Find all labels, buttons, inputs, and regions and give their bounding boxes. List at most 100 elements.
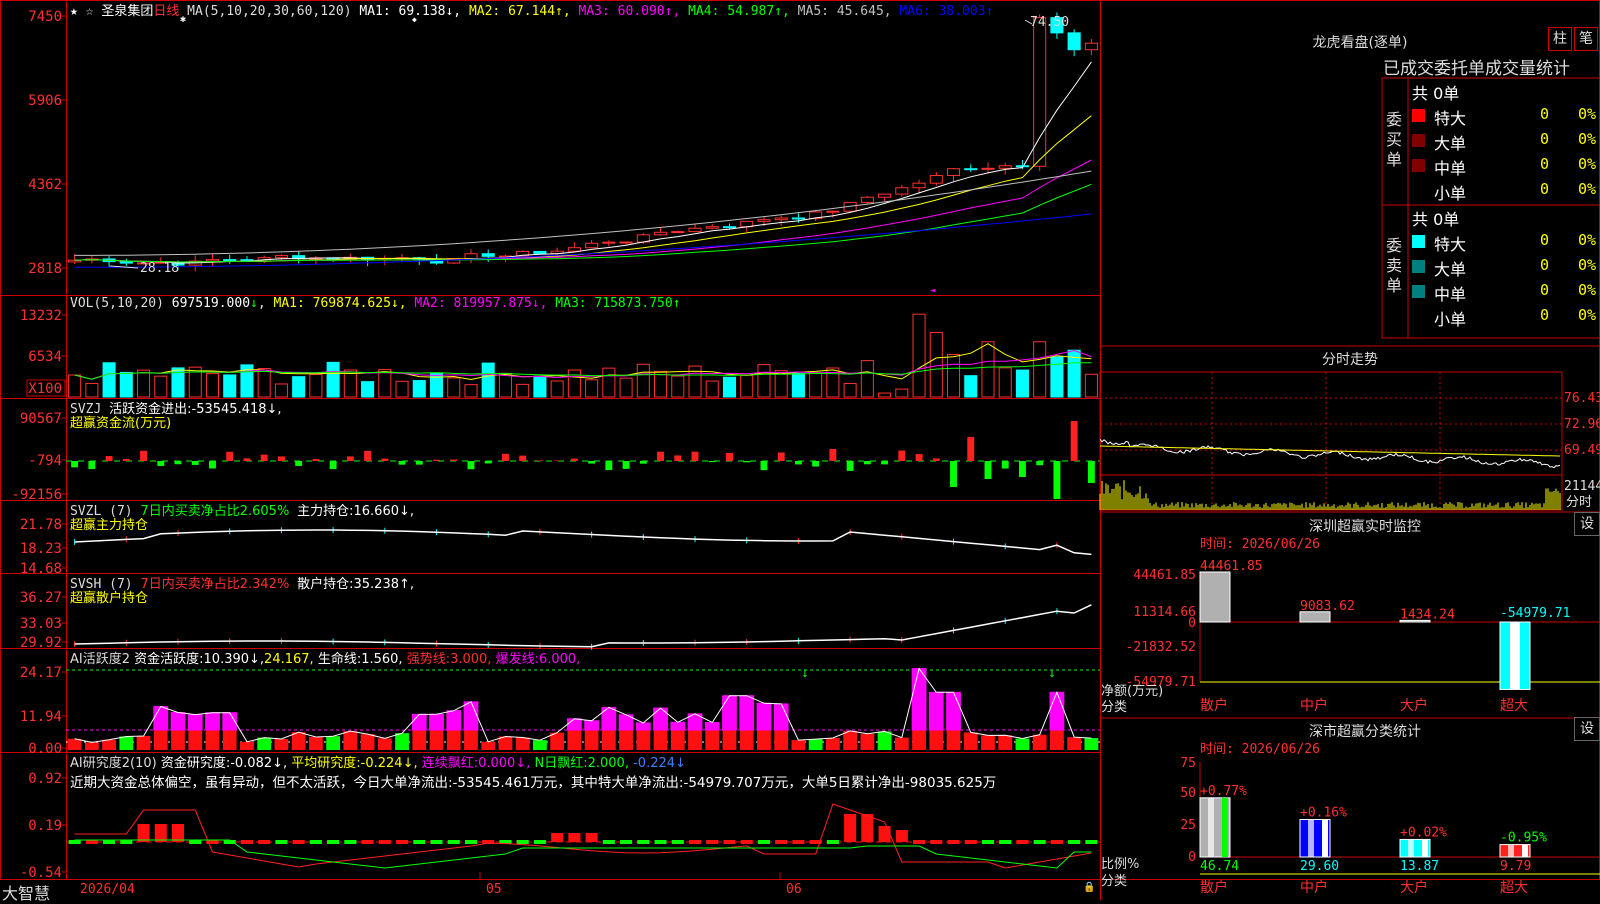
svzl-line	[74, 529, 1092, 556]
monitor-settings-button[interactable]: 设	[1574, 512, 1600, 536]
buy-row-pct: 0%	[1578, 105, 1597, 123]
ai2-comment: 近期大资金总体偏空，虽有异动，但不太活跃，今日大单净流出:-53545.461万…	[70, 775, 997, 791]
star-icon[interactable]: ★ ☆	[70, 4, 101, 19]
buy-row-count: 0	[1540, 180, 1550, 198]
activity-bar	[601, 730, 616, 750]
flow-bar	[950, 461, 957, 487]
candle	[878, 193, 892, 198]
flow-bar	[157, 461, 165, 466]
stats-bar-hl	[1222, 797, 1228, 857]
y-tick-label: 4362	[28, 177, 62, 193]
monitor-y-label: -21832.52	[1126, 640, 1196, 655]
volume-bar	[1033, 341, 1047, 398]
buy-row-label: 特大	[1434, 109, 1467, 128]
signal-arrow: ↓	[1048, 666, 1055, 680]
volume-bar	[361, 381, 375, 398]
ma-value-1: MA1: 769874.625↓,	[273, 296, 407, 311]
stats-bar-value: 29.60	[1300, 859, 1339, 874]
period-label[interactable]: 日线	[153, 4, 179, 19]
flow-bar	[1053, 461, 1061, 499]
ma-line-2	[74, 115, 1092, 263]
candle	[654, 231, 668, 236]
price-header: ★ ☆ 圣泉集团日线 MA(5,10,20,30,60,120) MA1: 69…	[70, 0, 993, 19]
intraday-vol-label: 21144	[1564, 479, 1600, 494]
svzl-holding: 主力持仓:16.660↓,	[297, 504, 415, 519]
sell-row-count: 0	[1540, 231, 1550, 249]
activity-bar	[877, 731, 892, 750]
research-bar	[671, 840, 684, 844]
flow-bar	[88, 461, 96, 470]
volume-bar	[860, 360, 874, 398]
ai2-research: 资金研究度:-0.082↓,	[160, 756, 288, 771]
activity-bar	[774, 730, 789, 750]
activity-bar	[739, 730, 754, 750]
research-bar	[396, 840, 409, 844]
ma-header: MA(5,10,20,30,60,120)	[187, 4, 352, 19]
y-tick-label: -92156	[11, 487, 62, 503]
stats-settings-button[interactable]: 设	[1574, 717, 1600, 741]
candle	[533, 250, 547, 254]
lock-icon[interactable]: 🔒	[1083, 882, 1095, 893]
candle	[619, 241, 633, 244]
activity-bar	[291, 732, 306, 750]
y-tick-label: 33.03	[20, 616, 62, 632]
ai2-header: AI研究度2(10) 资金研究度:-0.082↓, 平均研究度:-0.224↓,…	[70, 752, 686, 771]
volume-bar	[791, 372, 805, 398]
y-tick-label: 2818	[28, 261, 62, 277]
volume-bar	[550, 380, 564, 398]
sell-row-label: 小单	[1434, 310, 1467, 329]
stats-cat: 中户	[1300, 879, 1328, 896]
research-bar	[1068, 840, 1081, 844]
activity-bar	[326, 736, 341, 750]
flow-bar	[536, 460, 544, 461]
volume-bar	[68, 374, 82, 398]
low-price-label: 28.18	[140, 261, 179, 276]
flow-bar	[984, 461, 992, 479]
flow-bar	[140, 450, 147, 461]
x-label-2: 06	[786, 882, 802, 897]
volume-bar	[878, 392, 892, 398]
activity-bar	[395, 733, 409, 750]
flow-bar	[1001, 461, 1009, 469]
flow-bar	[226, 451, 234, 461]
tick-mode-button[interactable]: 笔	[1574, 27, 1598, 51]
activity-bar	[240, 741, 254, 750]
activity-bar	[429, 730, 444, 750]
y-tick-label: 5906	[28, 93, 62, 109]
candle	[946, 168, 961, 176]
research-bar	[171, 824, 185, 842]
flow-bar	[209, 461, 216, 469]
activity-bar	[205, 730, 220, 750]
bar-mode-button[interactable]: 柱	[1548, 27, 1572, 51]
buy-row-label: 中单	[1434, 159, 1467, 178]
research-bar	[637, 840, 650, 844]
flow-bar	[1087, 461, 1095, 483]
svsh-holding: 散户持仓:35.238↑,	[297, 577, 415, 592]
stats-bar-pct: +0.77%	[1200, 784, 1247, 799]
vol-unit-label: X100	[28, 381, 62, 397]
volume-bar	[309, 373, 323, 398]
research-bar	[1033, 840, 1046, 844]
ai1-title: AI活跃度2	[70, 652, 130, 667]
flow-bar	[433, 459, 440, 461]
flow-bar	[915, 454, 923, 461]
monitor-bar	[1199, 571, 1231, 623]
flow-bar	[467, 461, 475, 470]
sell-swatch	[1412, 285, 1425, 298]
research-bar	[189, 840, 202, 844]
y-tick-label: 6534	[28, 349, 62, 365]
candle	[929, 174, 943, 184]
activity-bar-top	[911, 668, 927, 731]
candle	[688, 227, 702, 233]
volume-bar	[464, 384, 478, 398]
activity-bar	[136, 735, 151, 750]
research-bar	[723, 840, 736, 844]
volume-bar	[1015, 369, 1029, 398]
research-bar	[861, 814, 874, 842]
volume-bar	[619, 377, 633, 398]
stats-bar-pct: +0.16%	[1300, 806, 1347, 821]
volume-bar	[412, 380, 426, 398]
volume-bar	[154, 375, 168, 398]
volume-bar	[378, 369, 392, 398]
stats-bar-hl	[1308, 819, 1314, 857]
